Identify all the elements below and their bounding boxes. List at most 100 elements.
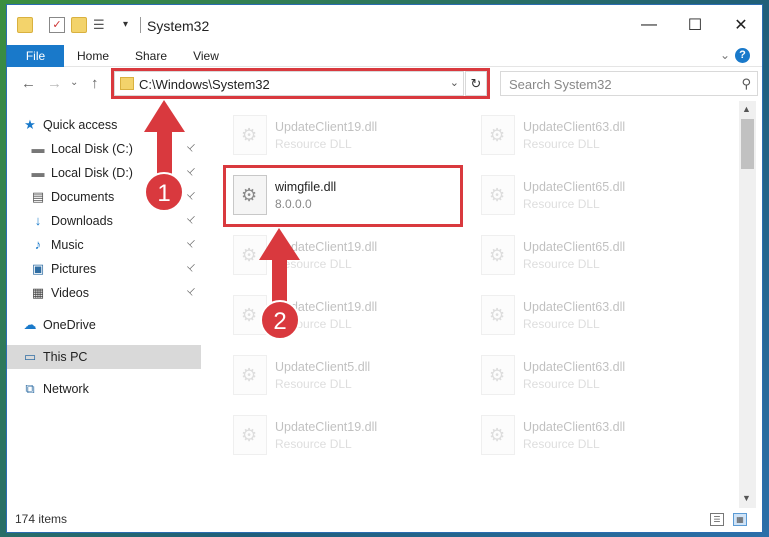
gear-icon: ⚙ [489,425,506,445]
gear-icon: ⚙ [241,425,258,445]
file-description: Resource DLL [523,137,600,151]
sidebar-item-label: Network [43,382,89,396]
up-button[interactable]: ↑ [91,75,99,92]
dll-file-icon: ⚙ [481,175,515,215]
quick-access-dropdown-icon[interactable]: ▾ [123,17,139,33]
scroll-up-arrow-icon[interactable]: ▲ [742,104,751,114]
computer-icon: ▭ [23,349,37,364]
sidebar-item-videos[interactable]: ▦ Videos ⊥ [7,281,201,305]
sidebar-item-onedrive[interactable]: ☁ OneDrive [7,313,201,337]
scrollbar-thumb[interactable] [741,119,754,169]
scroll-down-arrow-icon[interactable]: ▼ [742,493,751,503]
sidebar-item-label: Pictures [51,262,97,276]
sidebar-item-network[interactable]: ⧉ Network [7,377,201,401]
file-name: UpdateClient19.dll [275,120,378,134]
star-icon: ★ [24,117,36,132]
search-input[interactable]: Search System32 [509,77,612,92]
file-description: Resource DLL [275,137,352,151]
file-name: UpdateClient65.dll [523,240,626,254]
gear-icon: ⚙ [489,365,506,385]
sidebar-item-label: Quick access [43,118,118,132]
expand-ribbon-icon[interactable]: ⌄ [720,48,730,62]
file-name: UpdateClient63.dll [523,360,626,374]
file-item[interactable]: ⚙ UpdateClient19.dll Resource DLL [225,407,455,463]
sidebar-item-label: OneDrive [43,318,96,332]
help-icon[interactable]: ? [735,48,750,63]
maximize-button[interactable]: ☐ [672,5,718,45]
large-icons-view-icon[interactable]: ▦ [733,513,747,526]
new-folder-icon[interactable] [71,17,87,33]
ribbon-tabs: File Home Share View ⌄ ? [7,45,762,67]
file-name: UpdateClient63.dll [523,300,626,314]
file-item[interactable]: ⚙ UpdateClient63.dll Resource DLL [473,347,703,403]
back-button[interactable]: ← [21,75,36,92]
file-name: UpdateClient19.dll [275,420,378,434]
close-button[interactable]: ✕ [718,5,764,45]
pin-icon[interactable]: ⊥ [184,261,198,275]
pin-icon[interactable]: ⊥ [184,237,198,251]
sidebar-item-this-pc[interactable]: ▭ This PC [7,345,201,369]
dll-file-icon: ⚙ [481,235,515,275]
sidebar-item-quick-access[interactable]: ★ Quick access [7,113,201,137]
gear-icon: ⚙ [241,245,258,265]
file-name: UpdateClient63.dll [523,420,626,434]
gear-icon: ⚙ [489,305,506,325]
file-item[interactable]: ⚙ UpdateClient63.dll Resource DLL [473,107,703,163]
videos-icon: ▦ [31,285,45,300]
pin-icon[interactable]: ⊥ [184,189,198,203]
sidebar-item-pictures[interactable]: ▣ Pictures ⊥ [7,257,201,281]
tab-share[interactable]: Share [127,45,175,67]
file-description: Resource DLL [275,377,352,391]
file-description: Resource DLL [523,257,600,271]
vertical-scrollbar[interactable]: ▲ ▼ [739,101,756,508]
file-name: UpdateClient63.dll [523,120,626,134]
cloud-icon: ☁ [23,317,37,332]
file-item[interactable]: ⚙ UpdateClient63.dll Resource DLL [473,287,703,343]
pin-icon[interactable]: ⊥ [184,141,198,155]
pictures-icon: ▣ [31,261,45,276]
customize-toolbar-icon[interactable]: ☰ [93,17,109,33]
gear-icon: ⚙ [241,125,258,145]
sidebar-item-downloads[interactable]: ↓ Downloads ⊥ [7,209,201,233]
dll-file-icon: ⚙ [233,415,267,455]
gear-icon: ⚙ [489,185,506,205]
file-item[interactable]: ⚙ UpdateClient65.dll Resource DLL [473,167,703,223]
pin-icon[interactable]: ⊥ [184,213,198,227]
gear-icon: ⚙ [489,245,506,265]
folder-icon [17,17,33,33]
tab-view[interactable]: View [183,45,229,67]
forward-button[interactable]: → [47,75,62,92]
search-box[interactable]: Search System32 ⚲ [500,71,758,96]
properties-icon[interactable]: ✓ [49,17,65,33]
details-view-icon[interactable]: ☰ [710,513,724,526]
minimize-button[interactable]: — [626,5,672,45]
pin-icon[interactable]: ⊥ [184,165,198,179]
tab-file[interactable]: File [7,45,64,67]
dll-file-icon: ⚙ [481,355,515,395]
sidebar-item-local-disk-c[interactable]: ▬ Local Disk (C:) ⊥ [7,137,201,161]
item-count: 174 items [15,512,68,526]
file-highlight-box [223,165,463,227]
sidebar-item-label: Local Disk (C:) [51,142,133,156]
file-item[interactable]: ⚙ UpdateClient65.dll Resource DLL [473,227,703,283]
documents-icon: ▤ [31,189,45,204]
window-title: System32 [147,18,210,34]
file-description: Resource DLL [523,317,600,331]
sidebar-item-music[interactable]: ♪ Music ⊥ [7,233,201,257]
pin-icon[interactable]: ⊥ [184,285,198,299]
navigation-pane: ★ Quick access ▬ Local Disk (C:) ⊥ ▬ Local Dis… [7,101,203,508]
file-item[interactable]: ⚙ UpdateClient19.dll Resource DLL [225,227,455,283]
tab-home[interactable]: Home [69,45,117,67]
file-item[interactable]: ⚙ UpdateClient19.dll Resource DLL [225,107,455,163]
address-highlight-box [111,68,490,99]
recent-locations-button[interactable]: ⌄ [70,77,78,88]
file-name: UpdateClient5.dll [275,360,371,374]
sidebar-item-label: Documents [51,190,115,204]
sidebar-item-label: Local Disk (D:) [51,166,133,180]
search-icon[interactable]: ⚲ [741,76,751,92]
file-item[interactable]: ⚙ UpdateClient5.dll Resource DLL [225,347,455,403]
status-bar: 174 items ☰ ▦ [7,508,762,532]
network-icon: ⧉ [25,381,35,396]
drive-icon: ▬ [31,141,45,156]
file-item[interactable]: ⚙ UpdateClient63.dll Resource DLL [473,407,703,463]
